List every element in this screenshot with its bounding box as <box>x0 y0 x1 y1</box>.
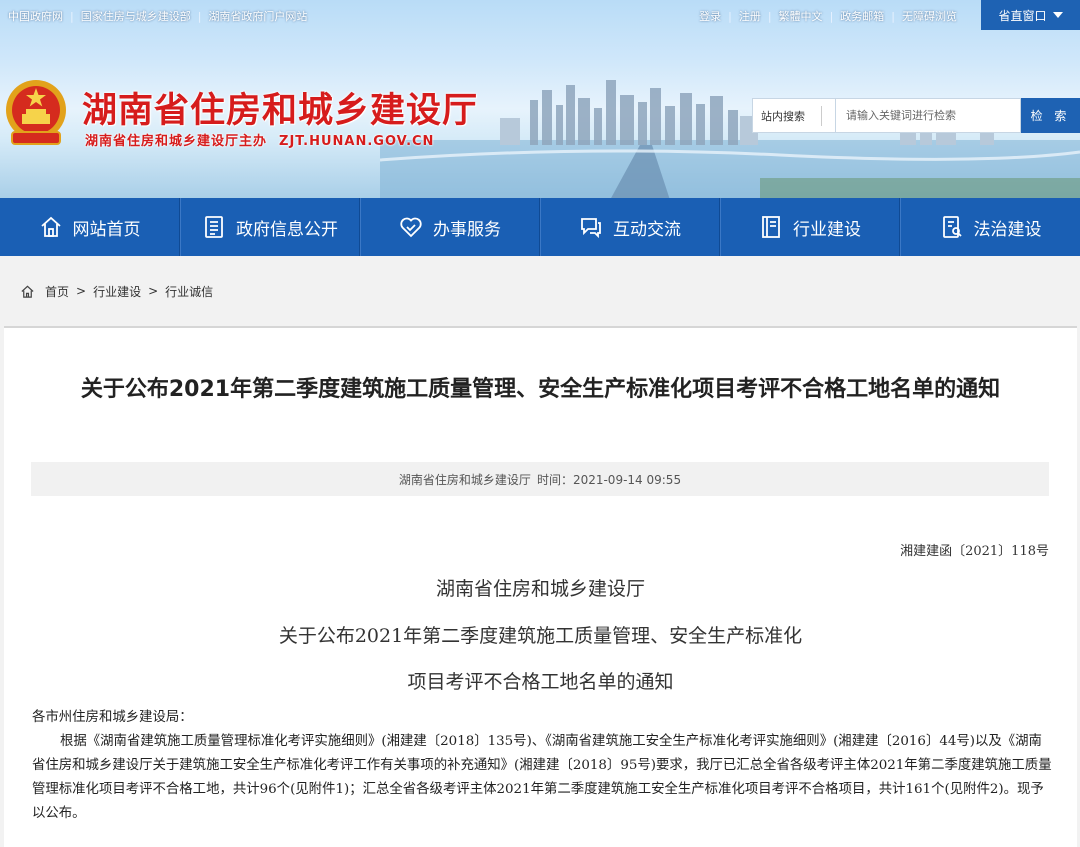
nav-item-services[interactable]: 办事服务 <box>360 198 540 256</box>
separator: | <box>829 9 834 23</box>
nav-label: 互动交流 <box>613 219 681 240</box>
breadcrumb-separator: > <box>148 284 159 298</box>
article-source: 湖南省住房和城乡建设厅 <box>398 472 531 487</box>
body-paragraph: 根据《湖南省建筑施工质量管理标准化考评实施细则》(湘建建〔2018〕135号)、… <box>32 734 1052 821</box>
register-link[interactable]: 注册 <box>739 8 761 24</box>
document-number: 湘建建函〔2021〕118号 <box>900 544 1049 559</box>
separator: | <box>891 9 895 23</box>
nav-label: 法治建设 <box>973 219 1042 240</box>
separator: | <box>70 9 74 23</box>
document-issuer: 湖南省住房和城乡建设厅 <box>435 578 645 600</box>
nav-item-law[interactable]: 法治建设 <box>900 198 1080 256</box>
chevron-down-icon <box>1052 12 1063 18</box>
document-icon <box>205 216 223 238</box>
home-icon <box>21 285 34 298</box>
link-mohurd[interactable]: 国家住房与城乡建设部 <box>81 8 191 24</box>
top-bar: 中国政府网 | 国家住房与城乡建设部 | 湖南省政府门户网站 登录 | 注册 |… <box>0 0 1080 30</box>
breadcrumb-integrity[interactable]: 行业诚信 <box>165 283 213 300</box>
breadcrumb-industry[interactable]: 行业建设 <box>93 283 141 300</box>
gov-mail-link[interactable]: 政务邮箱 <box>840 8 884 24</box>
site-title[interactable]: 湖南省住房和城乡建设厅 <box>82 82 478 133</box>
nav-label: 办事服务 <box>433 219 501 240</box>
dropdown-divider <box>821 105 829 126</box>
search-scope-label: 站内搜索 <box>761 109 805 123</box>
site-subtitle-text: 湖南省住房和城乡建设厅主办 <box>85 134 268 149</box>
nav-item-gov-info[interactable]: 政府信息公开 <box>180 198 360 256</box>
search-input[interactable] <box>836 98 1021 133</box>
nav-item-home[interactable]: 网站首页 <box>0 198 180 256</box>
article-title: 关于公布2021年第二季度建筑施工质量管理、安全生产标准化项目考评不合格工地名单… <box>80 377 1001 402</box>
main-nav: 网站首页 政府信息公开 办事服务 互动交流 行业建设 法治建设 <box>0 198 1080 256</box>
link-hunan-gov[interactable]: 湖南省政府门户网站 <box>208 8 307 24</box>
nav-label: 政府信息公开 <box>236 219 338 240</box>
province-window-label: 省直窗口 <box>998 8 1047 23</box>
salutation: 各市州住房和城乡建设局： <box>32 710 193 725</box>
separator: | <box>728 9 732 23</box>
law-icon <box>942 216 962 238</box>
nav-label: 网站首页 <box>72 219 141 240</box>
site-domain: ZJT.HUNAN.GOV.CN <box>279 134 435 149</box>
national-emblem-icon <box>6 80 66 145</box>
link-gov-cn[interactable]: 中国政府网 <box>8 8 63 24</box>
traditional-chinese-link[interactable]: 繁體中文 <box>779 8 823 24</box>
top-links-left: 中国政府网 | 国家住房与城乡建设部 | 湖南省政府门户网站 <box>8 8 307 24</box>
top-links-right: 登录 | 注册 | 繁體中文 | 政务邮箱 | 无障碍浏览 <box>699 8 957 24</box>
book-icon <box>762 216 780 238</box>
nav-item-industry[interactable]: 行业建设 <box>720 198 900 256</box>
accessibility-link[interactable]: 无障碍浏览 <box>902 8 957 24</box>
heart-icon <box>400 217 422 238</box>
breadcrumb: 首页 > 行业建设 > 行业诚信 <box>0 256 1080 326</box>
search-box: 站内搜索 检 索 <box>752 98 1080 133</box>
breadcrumb-home[interactable]: 首页 <box>45 283 69 300</box>
document-heading-line-2: 项目考评不合格工地名单的通知 <box>407 671 674 693</box>
province-window-button[interactable]: 省直窗口 <box>981 0 1080 30</box>
article-body: 各市州住房和城乡建设局： 根据《湖南省建筑施工质量管理标准化考评实施细则》(湘建… <box>32 706 1052 826</box>
article-panel: 关于公布2021年第二季度建筑施工质量管理、安全生产标准化项目考评不合格工地名单… <box>4 326 1077 847</box>
chat-icon <box>581 218 601 239</box>
article-time: 时间：2021-09-14 09:55 <box>536 472 682 487</box>
search-scope-select[interactable]: 站内搜索 <box>752 98 836 133</box>
search-button[interactable]: 检 索 <box>1021 98 1080 133</box>
breadcrumb-separator: > <box>76 284 87 298</box>
nav-label: 行业建设 <box>793 219 861 240</box>
article-meta: 湖南省住房和城乡建设厅 时间：2021-09-14 09:55 <box>31 462 1049 496</box>
site-subtitle: 湖南省住房和城乡建设厅主办 ZJT.HUNAN.GOV.CN <box>85 130 434 149</box>
login-link[interactable]: 登录 <box>699 8 721 24</box>
separator: | <box>197 9 202 23</box>
home-icon <box>40 216 61 237</box>
separator: | <box>767 9 772 23</box>
nav-item-interaction[interactable]: 互动交流 <box>540 198 720 256</box>
document-heading-line-1: 关于公布2021年第二季度建筑施工质量管理、安全生产标准化 <box>278 625 803 647</box>
